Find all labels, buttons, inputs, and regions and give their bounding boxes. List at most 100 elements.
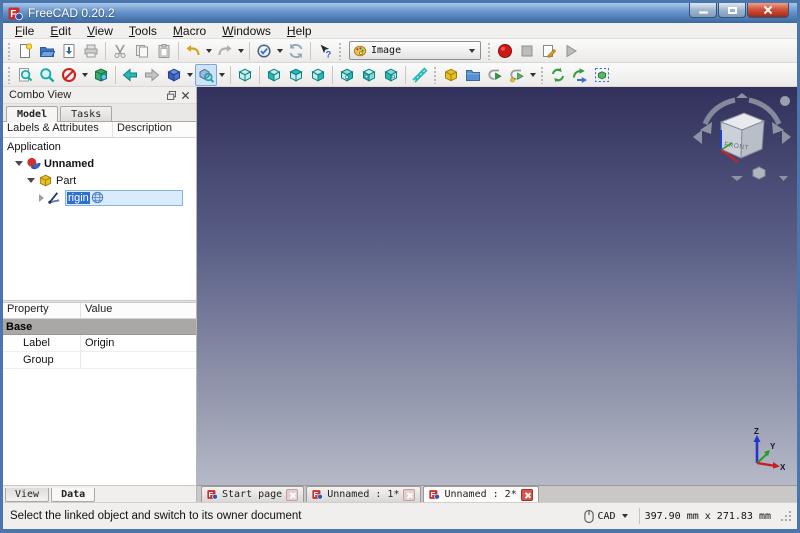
draw-style-dropdown-icon[interactable] <box>82 73 88 77</box>
zoom-dropdown-icon[interactable] <box>219 73 225 77</box>
tab-view[interactable]: View <box>5 488 49 502</box>
property-value[interactable]: Origin <box>81 335 196 351</box>
go-to-deepest-linked-object-button[interactable] <box>569 64 591 86</box>
texture-view-button[interactable] <box>90 64 112 86</box>
make-sub-link-button[interactable] <box>506 64 528 86</box>
cut-button[interactable] <box>109 40 131 62</box>
mdi-tab-start-page[interactable]: F Start page <box>201 486 304 502</box>
toolbar-drag-handle[interactable] <box>7 66 12 84</box>
menu-edit[interactable]: Edit <box>42 23 79 39</box>
draw-style-button[interactable] <box>58 64 80 86</box>
right-view-button[interactable] <box>307 64 329 86</box>
create-part-button[interactable] <box>440 64 462 86</box>
expand-arrow-icon[interactable] <box>27 178 35 183</box>
float-panel-button[interactable] <box>164 89 178 102</box>
axonometric-view-button[interactable] <box>234 64 256 86</box>
column-value: Value <box>81 303 196 318</box>
mouse-model-selector[interactable]: CAD <box>580 508 634 525</box>
tree-column-headers[interactable]: Labels & Attributes Description <box>3 122 196 138</box>
menu-file[interactable]: File <box>7 23 42 39</box>
create-group-button[interactable] <box>462 64 484 86</box>
open-document-button[interactable] <box>36 40 58 62</box>
close-panel-button[interactable] <box>178 89 192 102</box>
3d-viewport[interactable]: FRONT Z Y <box>197 87 797 485</box>
expand-arrow-icon[interactable] <box>15 161 23 166</box>
rear-view-button[interactable] <box>336 64 358 86</box>
tree-item-part[interactable]: Part <box>3 172 196 189</box>
mdi-tab-unnamed-1[interactable]: F Unnamed : 1* <box>306 486 421 502</box>
close-icon <box>763 5 773 15</box>
macro-edit-button[interactable] <box>538 40 560 62</box>
top-view-button[interactable] <box>285 64 307 86</box>
whats-this-button[interactable]: ? <box>314 40 336 62</box>
menu-macro[interactable]: Macro <box>165 23 214 39</box>
new-document-button[interactable] <box>14 40 36 62</box>
undo-dropdown-icon[interactable] <box>206 49 212 53</box>
property-name: Group <box>3 352 81 368</box>
front-view-button[interactable] <box>263 64 285 86</box>
property-group-base[interactable]: Base <box>3 319 196 335</box>
toolbar-drag-handle[interactable] <box>433 66 438 84</box>
measure-distance-button[interactable] <box>409 64 431 86</box>
left-view-button[interactable] <box>380 64 402 86</box>
menu-windows[interactable]: Windows <box>214 23 279 39</box>
menu-view[interactable]: View <box>79 23 121 39</box>
rename-input[interactable]: rigin <box>65 190 183 206</box>
toolbar-drag-handle[interactable] <box>540 66 545 84</box>
tab-close-icon[interactable] <box>286 489 298 501</box>
menu-help[interactable]: Help <box>279 23 320 39</box>
toolbar-separator <box>105 42 106 60</box>
mdi-tab-unnamed-2[interactable]: F Unnamed : 2* <box>423 486 538 502</box>
bottom-view-button[interactable] <box>358 64 380 86</box>
go-to-linked-object-button[interactable] <box>547 64 569 86</box>
close-window-button[interactable] <box>747 3 789 18</box>
toolbar-drag-handle[interactable] <box>338 42 343 60</box>
combo-view-titlebar[interactable]: Combo View <box>3 87 196 104</box>
toolbar-drag-handle[interactable] <box>7 42 12 60</box>
workbench-selector[interactable]: Image <box>349 41 481 60</box>
select-all-links-button[interactable] <box>591 64 613 86</box>
property-column-headers[interactable]: Property Value <box>3 303 196 319</box>
tab-tasks[interactable]: Tasks <box>60 106 112 121</box>
tree-item-origin-rename[interactable]: rigin <box>3 189 196 206</box>
tab-close-icon[interactable] <box>403 489 415 501</box>
refresh-button[interactable] <box>285 40 307 62</box>
tab-close-icon[interactable] <box>521 489 533 501</box>
maximize-button[interactable] <box>718 3 746 18</box>
redo-dropdown-icon[interactable] <box>238 49 244 53</box>
paste-button[interactable] <box>153 40 175 62</box>
isometric-view-button[interactable] <box>163 64 185 86</box>
collapse-arrow-icon[interactable] <box>39 194 44 202</box>
copy-button[interactable] <box>131 40 153 62</box>
title-bar[interactable]: F FreeCAD 0.20.2 <box>3 3 797 23</box>
redo-button[interactable] <box>214 40 236 62</box>
tab-data[interactable]: Data <box>51 488 95 502</box>
make-link-dropdown-icon[interactable] <box>530 73 536 77</box>
nav-forward-button[interactable] <box>141 64 163 86</box>
property-value[interactable] <box>81 352 196 368</box>
property-row-label[interactable]: Label Origin <box>3 335 196 352</box>
make-link-button[interactable] <box>484 64 506 86</box>
isometric-dropdown-icon[interactable] <box>187 73 193 77</box>
fit-selection-button[interactable] <box>36 64 58 86</box>
print-button[interactable] <box>80 40 102 62</box>
resize-grip[interactable] <box>780 510 793 523</box>
tab-model[interactable]: Model <box>6 106 58 122</box>
toolbar-drag-handle[interactable] <box>487 42 492 60</box>
macro-record-button[interactable] <box>494 40 516 62</box>
nav-back-button[interactable] <box>119 64 141 86</box>
save-document-button[interactable] <box>58 40 80 62</box>
fit-all-button[interactable] <box>14 64 36 86</box>
tree-item-document[interactable]: Unnamed <box>3 155 196 172</box>
menu-tools[interactable]: Tools <box>121 23 165 39</box>
navigation-cube[interactable]: FRONT <box>691 92 793 187</box>
zoom-box-button[interactable] <box>195 64 217 86</box>
macro-play-button[interactable] <box>560 40 582 62</box>
macro-stop-button[interactable] <box>516 40 538 62</box>
recompute-button[interactable] <box>253 40 275 62</box>
minimize-button[interactable] <box>689 3 717 18</box>
recompute-dropdown-icon[interactable] <box>277 49 283 53</box>
property-row-group[interactable]: Group <box>3 352 196 369</box>
tree-item-application[interactable]: Application <box>3 138 196 155</box>
undo-button[interactable] <box>182 40 204 62</box>
